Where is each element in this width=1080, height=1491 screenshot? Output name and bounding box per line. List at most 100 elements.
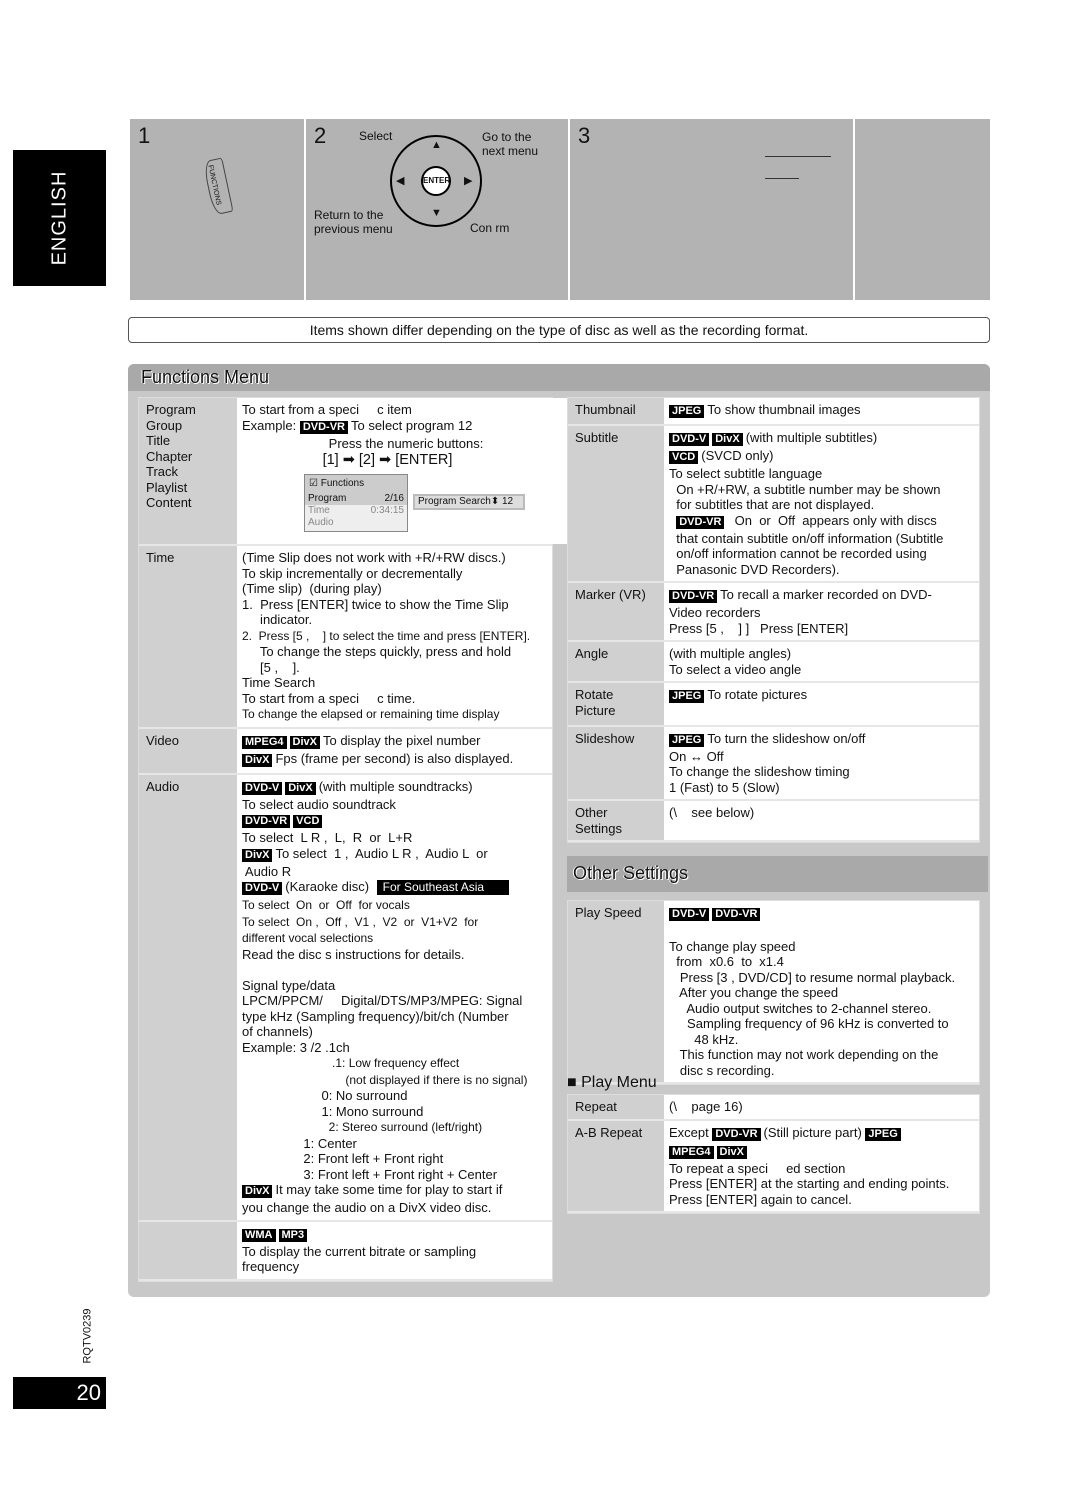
text: LPCM/PPCM/ Digital/DTS/MP3/MPEG: Signal xyxy=(242,993,523,1008)
table-row: Other Settings (\ see below) xyxy=(568,801,979,842)
text-line: Press [ENTER] at the starting and ending… xyxy=(669,1176,973,1192)
text: you change the audio on a DivX video dis… xyxy=(242,1200,492,1215)
step-number: 2 xyxy=(314,123,327,148)
functions-screen-row: Time 0:34:15 xyxy=(305,505,407,517)
text: Example: xyxy=(242,417,300,433)
text: It may take some time for play to start … xyxy=(275,1182,503,1197)
text-line: 1. Press [ENTER] twice to show the Time … xyxy=(242,597,546,613)
text: 48 kHz. xyxy=(669,1031,739,1047)
text-line: Audio output switches to 2-channel stere… xyxy=(669,1001,973,1017)
row-label: Play Speed xyxy=(568,901,664,1082)
disc-type-badge: DivX xyxy=(242,1185,273,1198)
text: 1. Press [ENTER] twice to show the Time … xyxy=(242,596,509,612)
text-line: that contain subtitle on/off information… xyxy=(669,531,973,547)
text: Press [ENTER] at the starting and ending… xyxy=(669,1176,950,1191)
table-row: Program Group Title Chapter Track Playli… xyxy=(139,398,630,546)
text-line: To select audio soundtrack xyxy=(242,797,546,813)
text-line: from x0.6 to x1.4 xyxy=(669,954,973,970)
page-number: 20 xyxy=(13,1377,106,1409)
text-line: To display the current bitrate or sampli… xyxy=(242,1244,546,1260)
text-line: To select L R , L, R or L+R xyxy=(242,830,546,846)
text-line: (Time slip) (during play) xyxy=(242,581,546,597)
text: (\ page 16) xyxy=(669,1099,743,1114)
text: 2: Front left + Front right xyxy=(242,1151,444,1166)
text-line: Sampling frequency of 96 kHz is converte… xyxy=(669,1016,973,1032)
text: Sampling frequency of 96 kHz is converte… xyxy=(669,1016,949,1031)
text: (Karaoke disc) xyxy=(285,879,373,894)
text-line: To select On , Off , V1 , V2 or V1+V2 fo… xyxy=(242,914,546,931)
table-row: Thumbnail JPEG To show thumbnail images xyxy=(568,398,979,426)
document-code: RQTV0239 xyxy=(81,1308,94,1364)
text: To change the elapsed or remaining time … xyxy=(242,707,500,721)
text: To turn the slideshow on/off xyxy=(707,730,866,746)
row-label: Repeat xyxy=(568,1095,664,1119)
text-line: Signal type/data xyxy=(242,978,546,994)
play-menu-heading: ■ Play Menu xyxy=(567,1074,657,1091)
text: To change the steps quickly, press and h… xyxy=(242,644,512,659)
step-4-panel xyxy=(855,119,990,300)
text-line: DVD-VR To recall a marker recorded on DVD… xyxy=(669,587,973,605)
text: To start from a speci c item xyxy=(242,402,412,417)
enter-button-icon: ENTER xyxy=(421,166,451,196)
text: (with multiple soundtracks) xyxy=(318,778,473,794)
text-line: 2. Press [5 , ] to select the time and p… xyxy=(242,628,546,645)
text: Press [ENTER] again to cancel. xyxy=(669,1191,852,1207)
disc-type-badge: DivX xyxy=(242,848,273,862)
text-line: [5 , ]. xyxy=(242,660,546,676)
text-line: After you change the speed xyxy=(669,985,973,1001)
text-line: type kHz (Sampling frequency)/bit/ch (Nu… xyxy=(242,1009,546,1025)
disc-type-badge: DVD-V xyxy=(242,781,283,795)
text: disc s recording. xyxy=(669,1062,775,1078)
text-line: This function may not work depending on … xyxy=(669,1047,973,1063)
row-content: (\ page 16) xyxy=(664,1095,979,1119)
functions-button-label: FUNCTIONS xyxy=(206,164,222,206)
other-settings-table: Play Speed DVD-V DVD-VR To change play spee… xyxy=(567,900,980,1085)
text-line: Read the disc s instructions for details… xyxy=(242,947,546,963)
functions-table-right: Thumbnail JPEG To show thumbnail images Sub… xyxy=(567,397,980,843)
text: Audio R xyxy=(242,863,292,879)
text: Video recorders xyxy=(669,605,761,620)
disc-type-badge: JPEG xyxy=(669,690,705,703)
text-line: To change the steps quickly, press and h… xyxy=(242,644,546,660)
text: .1: Low frequency effect xyxy=(242,1056,460,1070)
program-search-label: Program Search xyxy=(418,496,491,507)
table-row: Repeat (\ page 16) xyxy=(568,1095,979,1121)
text-line: 3: Front left + Front right + Center xyxy=(242,1167,546,1183)
divider xyxy=(765,178,799,179)
row-key: Program xyxy=(308,493,347,504)
text-line: JPEG To show thumbnail images xyxy=(669,402,973,420)
disc-type-badge: DVD-V xyxy=(669,908,710,921)
text: of channels) xyxy=(242,1024,313,1039)
text-line xyxy=(669,705,973,721)
language-tab: ENGLISH xyxy=(13,150,106,286)
divider xyxy=(765,156,831,157)
text: (with multiple subtitles) xyxy=(745,430,878,445)
text: 3: Front left + Front right + Center xyxy=(242,1166,498,1182)
step-3-panel: 3 xyxy=(570,119,853,300)
row-value: 0:34:15 xyxy=(370,505,404,516)
down-arrow-icon: ▼ xyxy=(431,207,442,219)
table-row: Slideshow JPEG To turn the slideshow on/of… xyxy=(568,726,979,801)
key-sequence: [1] ➡ [2] ➡ [ENTER] xyxy=(242,452,453,468)
text-line: 1 (Fast) to 5 (Slow) xyxy=(669,780,973,796)
text-line: DivX Fps (frame per second) is also displ… xyxy=(242,751,546,769)
disc-type-badge: VCD xyxy=(293,815,323,828)
text-line: disc s recording. xyxy=(669,1063,973,1079)
text: type kHz (Sampling frequency)/bit/ch (Nu… xyxy=(242,1008,509,1024)
functions-menu-header: Functions Menu xyxy=(128,364,990,391)
functions-table-left: Program Group Title Chapter Track Playli… xyxy=(138,397,630,1282)
text: On or Off appears only with discs xyxy=(727,512,937,528)
text-line: 2: Front left + Front right xyxy=(242,1151,546,1167)
up-arrow-icon: ▲ xyxy=(431,139,442,151)
text-line: To change the elapsed or remaining time … xyxy=(242,706,546,723)
row-value: 2/16 xyxy=(384,493,404,504)
text: Press [3 , DVD/CD] to resume normal play… xyxy=(669,969,956,985)
text-line: of channels) xyxy=(242,1024,546,1040)
disc-type-badge: JPEG xyxy=(669,405,705,418)
text-line: different vocal selections xyxy=(242,930,546,947)
text: Time Search xyxy=(242,675,316,690)
text: that contain subtitle on/off information… xyxy=(669,530,944,546)
text: 0: No surround xyxy=(242,1088,408,1103)
disc-type-badge: DVD-VR xyxy=(299,420,348,434)
text: After you change the speed xyxy=(669,985,839,1000)
